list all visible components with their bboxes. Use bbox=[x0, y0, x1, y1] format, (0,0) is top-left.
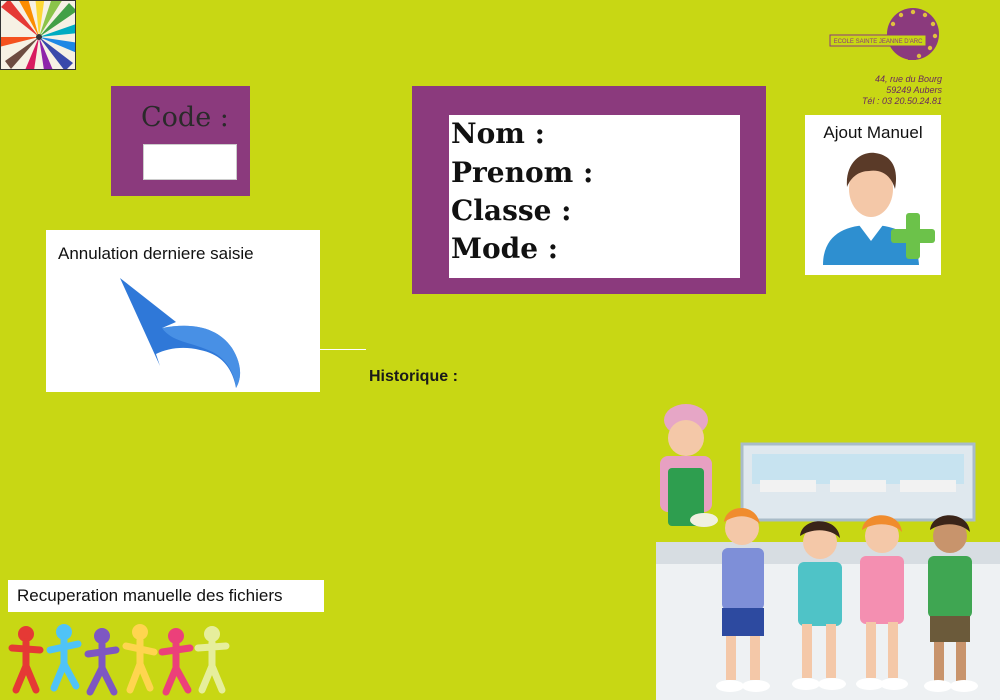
undo-last-entry-button[interactable]: Annulation derniere saisie bbox=[46, 230, 320, 392]
add-manual-label: Ajout Manuel bbox=[823, 123, 923, 142]
student-info-panel: Nom : Prenom : Classe : Mode : bbox=[412, 86, 766, 294]
undo-last-entry-label: Annulation derniere saisie bbox=[58, 244, 254, 263]
code-label: Code : bbox=[141, 102, 229, 133]
address-line-1: 44, rue du Bourg bbox=[874, 74, 942, 84]
prenom-label: Prenom : bbox=[451, 156, 594, 189]
nom-label: Nom : bbox=[451, 117, 545, 150]
manual-file-recovery-button[interactable]: Recuperation manuelle des fichiers bbox=[8, 580, 324, 612]
add-manual-button[interactable]: Ajout Manuel bbox=[805, 115, 941, 275]
mode-label: Mode : bbox=[451, 232, 559, 265]
address-line-3: Tél : 03 20.50.24.81 bbox=[861, 96, 942, 106]
code-panel: Code : bbox=[111, 86, 250, 196]
classe-label: Classe : bbox=[451, 194, 572, 227]
school-logo-text: ECOLE SAINTE JEANNE D'ARC bbox=[834, 39, 923, 45]
divider-line bbox=[320, 349, 366, 350]
add-user-icon bbox=[823, 152, 935, 265]
undo-arrow-icon bbox=[120, 278, 241, 388]
code-input[interactable] bbox=[143, 144, 237, 180]
student-info-card: Nom : Prenom : Classe : Mode : bbox=[449, 115, 740, 278]
dancing-kids-illustration bbox=[4, 620, 234, 700]
pencils-logo bbox=[0, 0, 76, 70]
school-logo: ECOLE SAINTE JEANNE D'ARC bbox=[828, 6, 948, 62]
manual-file-recovery-label: Recuperation manuelle des fichiers bbox=[17, 586, 283, 605]
address-line-2: 59249 Aubers bbox=[886, 85, 942, 95]
school-address: 44, rue du Bourg 59249 Aubers Tél : 03 2… bbox=[838, 74, 958, 107]
canteen-illustration bbox=[638, 396, 1000, 700]
history-label: Historique : bbox=[369, 368, 458, 385]
